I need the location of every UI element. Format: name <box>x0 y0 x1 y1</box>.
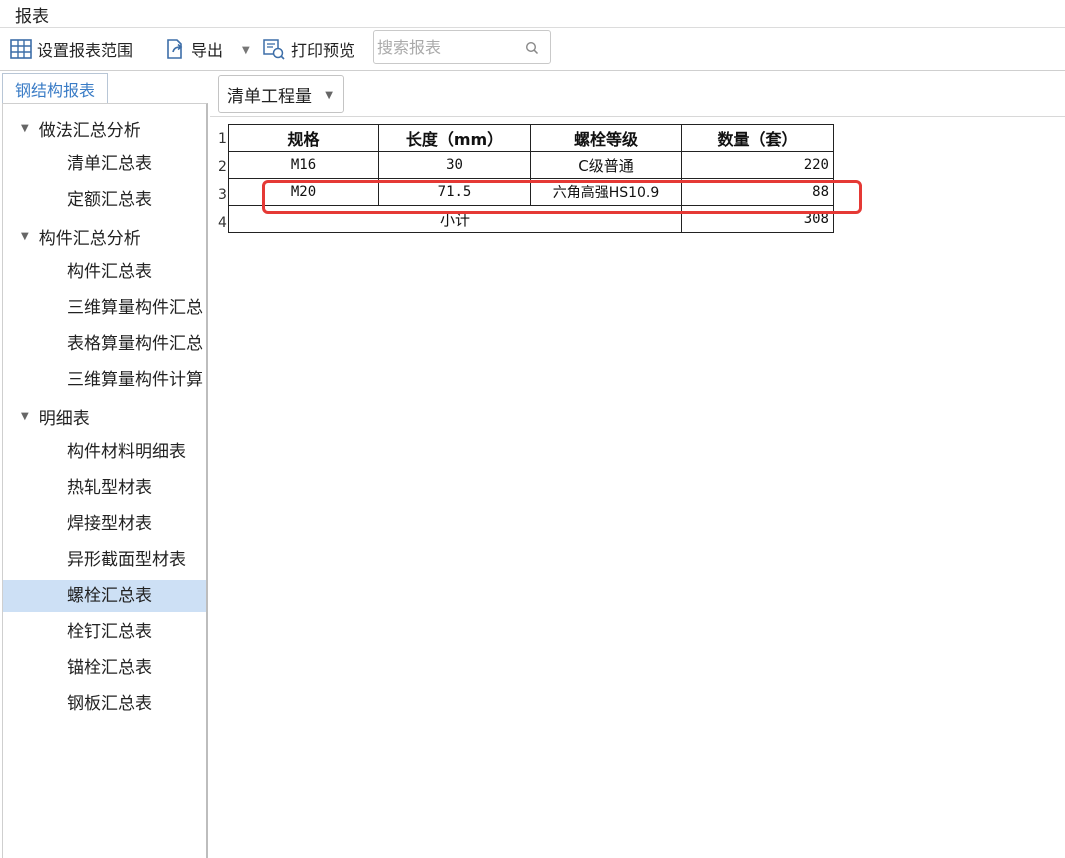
chevron-down-icon[interactable]: ▼ <box>21 123 29 134</box>
tree-item-special-sections[interactable]: 异形截面型材表 <box>3 544 206 576</box>
row-number: 3 <box>218 187 227 203</box>
tree-item-component-material-detail[interactable]: 构件材料明细表 <box>3 436 206 468</box>
tree-item-component-summary[interactable]: 构件汇总表 <box>3 256 206 288</box>
search-icon[interactable] <box>525 41 539 55</box>
tree-item-bill-summary[interactable]: 清单汇总表 <box>3 148 206 180</box>
header-quantity: 数量（套） <box>681 124 834 152</box>
tree-item-quota-summary[interactable]: 定额汇总表 <box>3 184 206 216</box>
tree-group-practice-summary[interactable]: ▼ 做法汇总分析 <box>21 114 141 142</box>
tree-item-steel-plate-summary[interactable]: 钢板汇总表 <box>3 688 206 720</box>
grid-icon <box>10 39 32 59</box>
header-bolt-grade: 螺栓等级 <box>530 124 682 152</box>
cell-spec[interactable]: M20 <box>228 178 379 206</box>
chevron-down-icon[interactable]: ▼ <box>21 231 29 242</box>
print-preview-icon <box>263 39 285 60</box>
cell-length[interactable]: 71.5 <box>378 178 531 206</box>
tree-item-anchor-bolt-summary[interactable]: 锚栓汇总表 <box>3 652 206 684</box>
report-content-area: 清单工程量 ▼ 1 2 3 4 规格 长度（mm） 螺栓等级 数量（套） M16… <box>210 71 1065 858</box>
print-preview-label: 打印预览 <box>291 41 356 60</box>
tree-item-3d-component-calc[interactable]: 三维算量构件计算 <box>3 364 206 396</box>
tree-group-detail-tables[interactable]: ▼ 明细表 <box>21 402 90 430</box>
tree-item-welded-sections[interactable]: 焊接型材表 <box>3 508 206 540</box>
cell-quantity[interactable]: 88 <box>681 178 834 206</box>
window-title: 报表 <box>15 7 49 27</box>
dropdown-value: 清单工程量 <box>227 86 312 107</box>
set-report-range-label: 设置报表范围 <box>37 41 134 60</box>
cell-bolt-grade[interactable]: 六角高强HS10.9 <box>530 178 682 206</box>
tree-item-bolt-summary[interactable]: 螺栓汇总表 <box>3 580 206 612</box>
tree-item-3d-component-summary[interactable]: 三维算量构件汇总 <box>3 292 206 324</box>
tree-group-component-summary[interactable]: ▼ 构件汇总分析 <box>21 222 141 250</box>
cell-quantity[interactable]: 220 <box>681 151 834 179</box>
search-input[interactable] <box>377 35 517 59</box>
table-header-row: 规格 长度（mm） 螺栓等级 数量（套） <box>228 124 834 152</box>
header-length: 长度（mm） <box>378 124 531 152</box>
tab-label: 钢结构报表 <box>14 80 95 100</box>
table-row[interactable]: M20 71.5 六角高强HS10.9 88 <box>228 178 834 206</box>
header-spec: 规格 <box>228 124 379 152</box>
search-box[interactable] <box>373 30 551 64</box>
tree-group-label: 明细表 <box>38 408 90 429</box>
tab-steel-structure-reports[interactable]: 钢结构报表 <box>2 73 108 103</box>
subtotal-label[interactable]: 小计 <box>228 205 682 233</box>
tree-item-table-component-summary[interactable]: 表格算量构件汇总 <box>3 328 206 360</box>
export-icon <box>167 39 183 59</box>
table-row[interactable]: M16 30 C级普通 220 <box>228 151 834 179</box>
export-label: 导出 <box>191 41 224 60</box>
row-number: 2 <box>218 159 227 175</box>
report-tree: ▼ 做法汇总分析 清单汇总表 定额汇总表 ▼ 构件汇总分析 构件汇总表 三维算量… <box>2 103 208 858</box>
set-report-range-button[interactable]: 设置报表范围 <box>10 37 133 61</box>
quantity-type-dropdown[interactable]: 清单工程量 ▼ <box>218 75 344 113</box>
tree-group-label: 构件汇总分析 <box>38 228 141 249</box>
row-number: 1 <box>218 131 227 147</box>
title-bar: 报表 <box>0 0 1065 28</box>
cell-spec[interactable]: M16 <box>228 151 379 179</box>
tree-item-hot-rolled-sections[interactable]: 热轧型材表 <box>3 472 206 504</box>
divider <box>210 116 1065 117</box>
chevron-down-icon[interactable]: ▼ <box>21 411 29 422</box>
row-number-gutter: 1 2 3 4 <box>218 125 228 237</box>
bolt-summary-table: 规格 长度（mm） 螺栓等级 数量（套） M16 30 C级普通 220 M20… <box>228 124 834 233</box>
tree-group-label: 做法汇总分析 <box>38 120 141 141</box>
cell-length[interactable]: 30 <box>378 151 531 179</box>
subtotal-value[interactable]: 308 <box>681 205 834 233</box>
chevron-down-icon[interactable]: ▼ <box>325 90 333 101</box>
toolbar: 设置报表范围 导出 ▼ 打印预览 <box>0 28 1065 71</box>
export-chevron-down-icon[interactable]: ▼ <box>242 45 250 56</box>
subtotal-row[interactable]: 小计 308 <box>228 205 834 233</box>
row-number: 4 <box>218 215 227 231</box>
print-preview-button[interactable]: 打印预览 <box>262 37 355 61</box>
cell-bolt-grade[interactable]: C级普通 <box>530 151 682 179</box>
export-button[interactable]: 导出 <box>164 37 223 61</box>
tree-item-stud-summary[interactable]: 栓钉汇总表 <box>3 616 206 648</box>
report-navigation-panel: 钢结构报表 ▼ 做法汇总分析 清单汇总表 定额汇总表 ▼ 构件汇总分析 构件汇总… <box>0 71 208 858</box>
